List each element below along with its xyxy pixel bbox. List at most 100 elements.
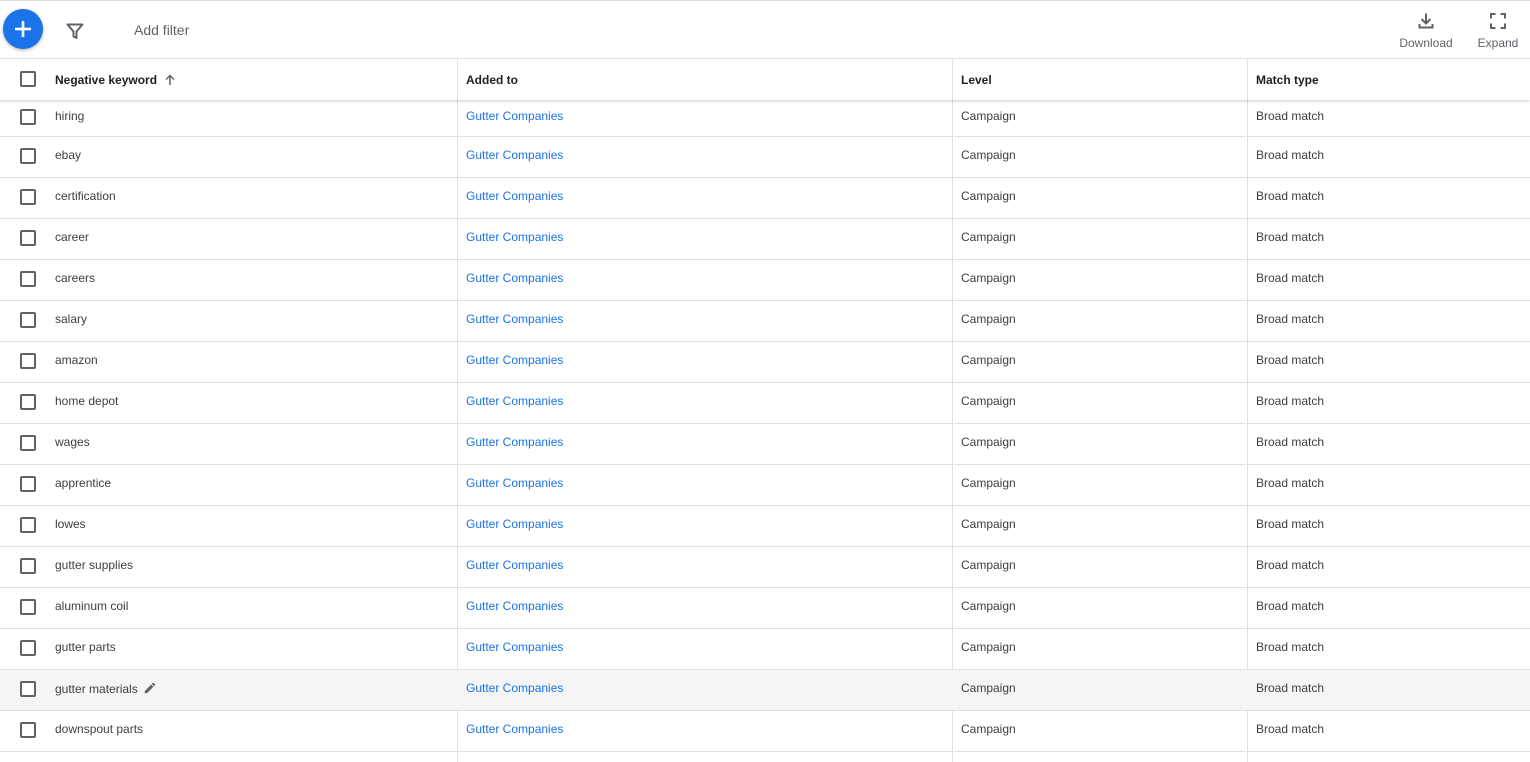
- level-cell: Campaign: [961, 681, 1016, 695]
- row-checkbox[interactable]: [20, 148, 36, 164]
- match-type-cell: Broad match: [1256, 722, 1325, 736]
- level-cell: Campaign: [961, 558, 1016, 572]
- match-type-cell: Broad match: [1256, 476, 1325, 490]
- row-checkbox[interactable]: [20, 640, 36, 656]
- campaign-link[interactable]: Gutter Companies: [466, 517, 563, 531]
- level-cell: Campaign: [961, 189, 1016, 203]
- fullscreen-icon: [1490, 13, 1506, 29]
- level-cell: Campaign: [961, 435, 1016, 449]
- row-checkbox[interactable]: [20, 271, 36, 287]
- campaign-link[interactable]: Gutter Companies: [466, 148, 563, 162]
- table-row: career Gutter Companies Campaign Broad matc…: [0, 219, 1530, 260]
- column-header-label: Level: [961, 72, 992, 87]
- column-divider: [1247, 59, 1248, 100]
- campaign-link[interactable]: Gutter Companies: [466, 681, 563, 695]
- campaign-link[interactable]: Gutter Companies: [466, 271, 563, 285]
- row-checkbox[interactable]: [20, 189, 36, 205]
- keyword-cell: certification: [55, 189, 116, 203]
- column-header-level[interactable]: Level: [961, 59, 992, 100]
- campaign-link[interactable]: Gutter Companies: [466, 109, 563, 123]
- match-type-cell: Broad match: [1256, 230, 1325, 244]
- campaign-link[interactable]: Gutter Companies: [466, 558, 563, 572]
- table-row: ebay Gutter Companies Campaign Broad match: [0, 137, 1530, 178]
- row-checkbox[interactable]: [20, 353, 36, 369]
- row-checkbox[interactable]: [20, 681, 36, 697]
- table-row: hiring Gutter Companies Campaign Broad matc…: [0, 99, 1530, 137]
- keyword-cell: hiring: [55, 109, 85, 123]
- table-row: aluminum coil Gutter Companies Campaign Bro…: [0, 588, 1530, 629]
- table-row: certification Gutter Companies Campaign Bro…: [0, 178, 1530, 219]
- filter-icon[interactable]: [64, 20, 86, 42]
- level-cell: Campaign: [961, 148, 1016, 162]
- row-checkbox[interactable]: [20, 230, 36, 246]
- table-row: apprentice Gutter Companies Campaign Broad …: [0, 465, 1530, 506]
- keyword-cell: wages: [55, 435, 90, 449]
- column-header-label: Added to: [466, 72, 518, 87]
- campaign-link[interactable]: Gutter Companies: [466, 435, 563, 449]
- match-type-cell: Broad match: [1256, 148, 1325, 162]
- row-checkbox[interactable]: [20, 517, 36, 533]
- table-toolbar: Add filter Download Expand: [0, 1, 1530, 58]
- column-header-label: Negative keyword: [55, 72, 158, 87]
- table-row: wages Gutter Companies Campaign Broad match: [0, 424, 1530, 465]
- keyword-cell: apprentice: [55, 476, 112, 490]
- table-row: salary Gutter Companies Campaign Broad matc…: [0, 301, 1530, 342]
- campaign-link[interactable]: Gutter Companies: [466, 353, 563, 367]
- download-button[interactable]: Download: [1396, 11, 1456, 50]
- column-header-added-to[interactable]: Added to: [466, 59, 518, 100]
- row-checkbox[interactable]: [20, 558, 36, 574]
- row-checkbox[interactable]: [20, 394, 36, 410]
- keyword-cell: ebay: [55, 148, 82, 162]
- expand-button[interactable]: Expand: [1472, 11, 1524, 50]
- level-cell: Campaign: [961, 476, 1016, 490]
- keyword-cell: amazon: [55, 353, 98, 367]
- campaign-link[interactable]: Gutter Companies: [466, 476, 563, 490]
- download-label: Download: [1399, 36, 1453, 50]
- campaign-link[interactable]: Gutter Companies: [466, 230, 563, 244]
- level-cell: Campaign: [961, 394, 1016, 408]
- table-row: gutter supplies Gutter Companies Campaign B…: [0, 547, 1530, 588]
- table-row: careers Gutter Companies Campaign Broad mat…: [0, 260, 1530, 301]
- row-checkbox[interactable]: [20, 312, 36, 328]
- keyword-cell: downspout parts: [55, 722, 144, 736]
- match-type-cell: Broad match: [1256, 517, 1325, 531]
- match-type-cell: Broad match: [1256, 435, 1325, 449]
- row-checkbox[interactable]: [20, 109, 36, 125]
- match-type-cell: Broad match: [1256, 394, 1325, 408]
- campaign-link[interactable]: Gutter Companies: [466, 722, 563, 736]
- campaign-link[interactable]: Gutter Companies: [466, 312, 563, 326]
- column-header-negative-keyword[interactable]: Negative keyword: [55, 59, 177, 100]
- keyword-cell: careers: [55, 271, 96, 285]
- match-type-cell: Broad match: [1256, 109, 1325, 123]
- expand-label: Expand: [1477, 36, 1519, 50]
- add-negative-keyword-button[interactable]: [3, 9, 43, 49]
- level-cell: Campaign: [961, 312, 1016, 326]
- campaign-link[interactable]: Gutter Companies: [466, 394, 563, 408]
- campaign-link[interactable]: Gutter Companies: [466, 599, 563, 613]
- row-checkbox[interactable]: [20, 435, 36, 451]
- level-cell: Campaign: [961, 599, 1016, 613]
- add-filter-button[interactable]: Add filter: [134, 22, 189, 38]
- row-checkbox[interactable]: [20, 722, 36, 738]
- arrow-up-icon: [165, 73, 175, 85]
- column-divider: [457, 59, 458, 100]
- level-cell: Campaign: [961, 517, 1016, 531]
- row-checkbox[interactable]: [20, 599, 36, 615]
- campaign-link[interactable]: Gutter Companies: [466, 640, 563, 654]
- level-cell: Campaign: [961, 109, 1016, 123]
- table-row: amazon Gutter Companies Campaign Broad matc…: [0, 342, 1530, 383]
- match-type-cell: Broad match: [1256, 353, 1325, 367]
- campaign-link[interactable]: Gutter Companies: [466, 189, 563, 203]
- plus-icon: [15, 21, 31, 37]
- keyword-cell: salary: [55, 312, 88, 326]
- column-header-match-type[interactable]: Match type: [1256, 59, 1319, 100]
- column-divider: [952, 59, 953, 100]
- match-type-cell: Broad match: [1256, 271, 1325, 285]
- row-checkbox[interactable]: [20, 476, 36, 492]
- keyword-cell: career: [55, 230, 90, 244]
- table-row: gutter parts Gutter Companies Campaign Broa…: [0, 629, 1530, 670]
- column-header-label: Match type: [1256, 72, 1319, 87]
- level-cell: Campaign: [961, 271, 1016, 285]
- pencil-icon[interactable]: [143, 681, 157, 695]
- select-all-checkbox[interactable]: [20, 71, 36, 87]
